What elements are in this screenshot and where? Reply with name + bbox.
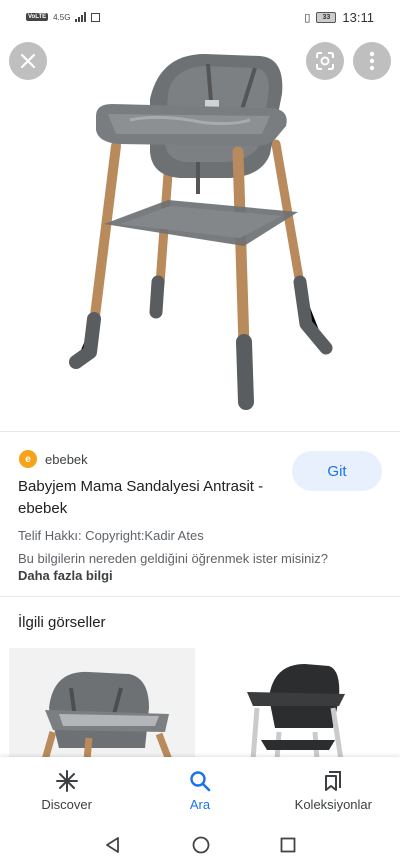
discover-icon: [55, 769, 78, 793]
lens-button[interactable]: [306, 42, 344, 80]
back-icon[interactable]: [104, 836, 122, 854]
close-button[interactable]: [9, 42, 47, 80]
system-navigation: [0, 823, 400, 866]
high-chair-image: [69, 54, 333, 410]
image-preview[interactable]: [0, 34, 400, 432]
chair-tray-inner: [108, 114, 270, 134]
related-chair-black: [205, 648, 391, 760]
chair-front-leg-right: [232, 146, 250, 352]
nav-search-label: Ara: [189, 796, 211, 812]
chair-foot-front-left: [69, 312, 101, 369]
ebebek-logo-icon: e: [19, 450, 37, 468]
chair-foot-back-right: [293, 275, 333, 355]
nav-collections[interactable]: Koleksiyonlar: [267, 757, 400, 823]
chair-foot-back-left: [149, 275, 165, 319]
related-image-1[interactable]: [9, 648, 195, 760]
status-bar: VoLTE 4.5G ▯ 33 13:11: [0, 0, 400, 34]
more-info-link[interactable]: Daha fazla bilgi: [18, 568, 113, 583]
visit-button[interactable]: Git: [292, 451, 382, 491]
nav-discover[interactable]: Discover: [0, 757, 133, 823]
related-image-2[interactable]: [205, 648, 391, 760]
battery-icon: 33: [316, 11, 337, 23]
chair-front-leg-left: [89, 141, 121, 329]
recents-icon[interactable]: [280, 837, 296, 853]
signal-icon: [75, 12, 87, 22]
more-options-button[interactable]: [353, 42, 391, 80]
related-chair-gray: [9, 648, 195, 760]
source-row[interactable]: e ebebek: [19, 450, 88, 468]
bottom-navigation: Discover Ara Koleksiyonlar: [0, 757, 400, 823]
nav-discover-label: Discover: [41, 796, 92, 812]
vibrate-icon: ▯: [304, 11, 311, 24]
result-title[interactable]: Babyjem Mama Sandalyesi Antrasit - ebebe…: [18, 476, 288, 520]
section-divider: [0, 596, 400, 597]
search-icon: [189, 769, 211, 793]
more-vert-icon: [369, 51, 375, 71]
status-left: VoLTE 4.5G: [26, 12, 101, 22]
data-speed: 4.5G: [53, 12, 71, 22]
notification-icon: [91, 12, 101, 22]
volte-badge: VoLTE: [26, 13, 49, 21]
collections-icon: [323, 769, 343, 793]
result-info: e ebebek Babyjem Mama Sandalyesi Antrasi…: [0, 434, 400, 594]
home-icon[interactable]: [192, 836, 210, 854]
copyright-text: Telif Hakkı: Copyright:Kadir Ates: [18, 528, 204, 543]
related-images-heading: İlgili görseller: [18, 614, 106, 631]
chair-foot-front-right: [236, 334, 254, 410]
source-question: Bu bilgilerin nereden geldiğini öğrenmek…: [18, 551, 328, 566]
nav-collections-label: Koleksiyonlar: [294, 796, 372, 812]
clock: 13:11: [342, 9, 374, 25]
close-icon: [20, 53, 36, 69]
status-right: ▯ 33 13:11: [304, 10, 374, 25]
source-name: ebebek: [45, 451, 88, 467]
google-lens-icon: [316, 52, 334, 70]
nav-search[interactable]: Ara: [133, 757, 266, 823]
